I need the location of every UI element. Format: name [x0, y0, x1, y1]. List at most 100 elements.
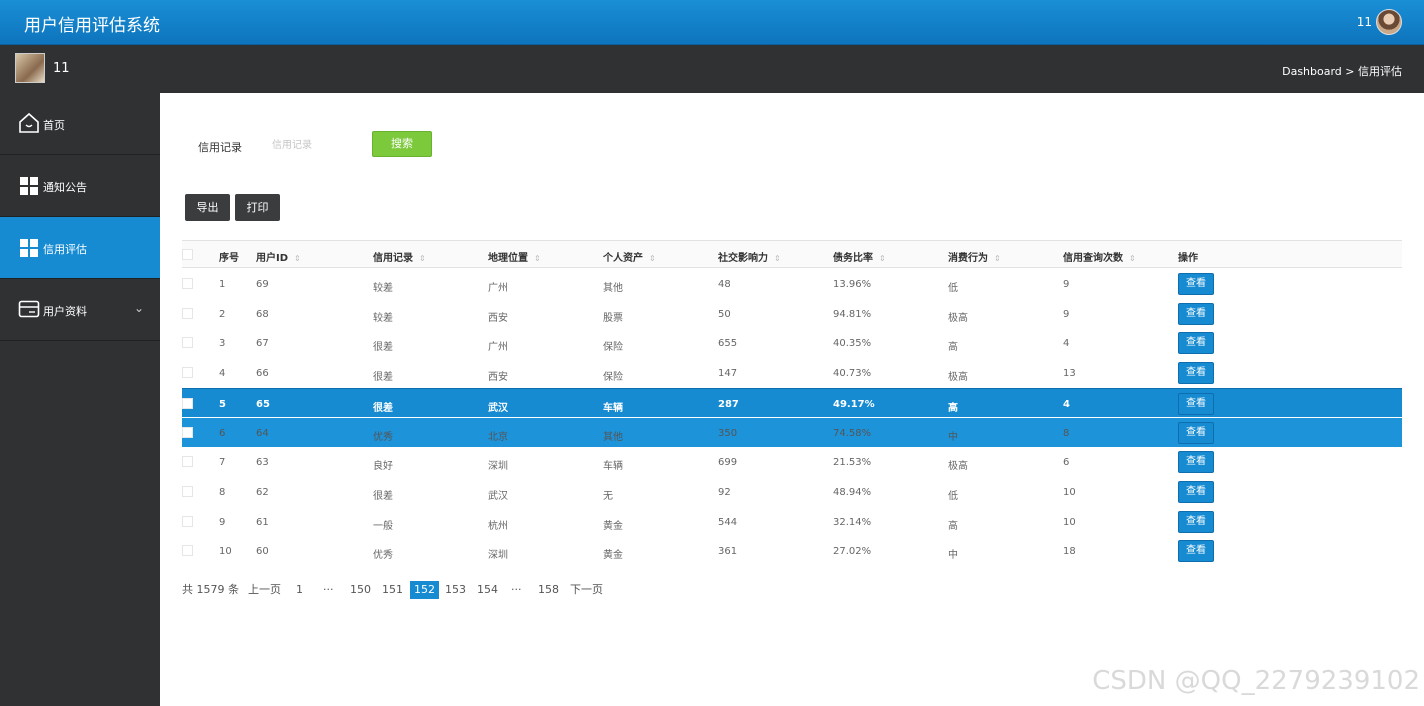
table-row[interactable]: 5 65 很差 武汉 车辆 287 49.17% 高 4 查看 [182, 387, 1402, 418]
column-header[interactable]: 个人资产 ⇕ [603, 249, 656, 264]
view-button[interactable]: 查看 [1178, 421, 1214, 444]
table-header: 序号 用户ID ⇕ 信用记录 ⇕ 地理位置 ⇕ 个人资产 ⇕ 社交影响力 ⇕ 债务比率 ⇕ … [182, 240, 1402, 268]
sidebar-item-notices[interactable]: 通知公告 [0, 155, 160, 217]
table-row[interactable]: 10 60 优秀 深圳 黄金 361 27.02% 中 18 查看 [182, 536, 1402, 566]
column-header[interactable]: 社交影响力 ⇕ [718, 249, 781, 264]
table-row[interactable]: 4 66 很差 西安 保险 147 40.73% 极高 13 查看 [182, 358, 1402, 388]
column-header[interactable]: 债务比率 ⇕ [833, 249, 886, 264]
sidebar-item-label: 通知公告 [43, 181, 87, 194]
search-button[interactable]: 搜索 [372, 131, 432, 157]
row-checkbox[interactable] [182, 367, 193, 379]
column-header[interactable]: 地理位置 ⇕ [488, 249, 541, 264]
table-cell: 61 [256, 516, 269, 528]
sort-icon[interactable]: ⇕ [879, 254, 886, 263]
page-link[interactable]: 153 [445, 581, 466, 599]
sidebar-item-credit-eval[interactable]: 信用评估 [0, 217, 160, 279]
sort-icon[interactable]: ⇕ [1129, 254, 1136, 263]
sidebar-item-user-profile[interactable]: 用户资料 ⌄ [0, 279, 160, 341]
page-link[interactable]: 1 [296, 581, 303, 599]
sort-icon[interactable]: ⇕ [994, 254, 1001, 263]
table-cell: 10 [1063, 516, 1076, 528]
table-cell: 92 [718, 486, 731, 498]
page-link[interactable]: 158 [538, 581, 559, 599]
column-header[interactable]: 用户ID ⇕ [256, 249, 301, 264]
view-button[interactable]: 查看 [1178, 451, 1214, 474]
row-checkbox[interactable] [182, 278, 193, 289]
print-button[interactable]: 打印 [235, 194, 280, 221]
column-header[interactable]: 信用记录 ⇕ [373, 249, 426, 264]
table-row[interactable]: 2 68 较差 西安 股票 50 94.81% 极高 9 查看 [182, 299, 1402, 329]
table-cell: 361 [718, 546, 738, 558]
row-checkbox[interactable] [182, 545, 193, 557]
app-title: 用户信用评估系统 [24, 16, 160, 36]
view-button[interactable]: 查看 [1178, 362, 1214, 385]
table-row[interactable]: 9 61 一般 杭州 黄金 544 32.14% 高 10 查看 [182, 507, 1402, 537]
row-checkbox[interactable] [182, 515, 193, 527]
table-row[interactable]: 6 64 优秀 北京 其他 350 74.58% 中 8 查看 [182, 417, 1402, 448]
select-all-checkbox[interactable] [182, 249, 193, 260]
table-cell: 极高 [948, 372, 968, 384]
table-cell: 66 [256, 368, 269, 380]
row-checkbox[interactable] [182, 337, 193, 349]
view-button[interactable]: 查看 [1178, 540, 1214, 563]
table-row[interactable]: 3 67 很差 广州 保险 655 40.35% 高 4 查看 [182, 328, 1402, 358]
table-cell: 4 [219, 368, 226, 380]
table-cell: 350 [718, 427, 738, 439]
page-link[interactable]: 154 [477, 581, 498, 599]
sort-icon[interactable]: ⇕ [649, 254, 656, 263]
column-header[interactable]: 消费行为 ⇕ [948, 249, 1001, 264]
table-cell: 很差 [373, 402, 393, 414]
current-page[interactable]: 152 [410, 581, 439, 599]
column-header[interactable]: 信用查询次数 ⇕ [1063, 249, 1136, 264]
row-checkbox[interactable] [182, 397, 193, 409]
header-avatar[interactable] [1376, 9, 1402, 35]
view-button[interactable]: 查看 [1178, 480, 1214, 503]
row-checkbox[interactable] [182, 426, 193, 438]
sidebar-item-home[interactable]: 首页 [0, 93, 160, 155]
sort-icon[interactable]: ⇕ [419, 254, 426, 263]
sort-icon[interactable]: ⇕ [774, 254, 781, 263]
table-cell: 67 [256, 338, 269, 350]
sort-icon[interactable]: ⇕ [534, 254, 541, 263]
column-header[interactable]: 序号 [219, 249, 239, 264]
table-cell: 10 [1063, 486, 1076, 498]
view-button[interactable]: 查看 [1178, 332, 1214, 355]
table-cell: 27.02% [833, 546, 872, 558]
table-row[interactable]: 7 63 良好 深圳 车辆 699 21.53% 极高 6 查看 [182, 447, 1402, 477]
view-button[interactable]: 查看 [1178, 273, 1214, 295]
table-cell: 极高 [948, 461, 968, 473]
table-cell: 9 [219, 516, 226, 528]
table-cell: 69 [256, 279, 269, 290]
search-input[interactable] [272, 133, 372, 157]
table-cell: 48 [718, 279, 731, 290]
table-row[interactable]: 8 62 很差 武汉 无 92 48.94% 低 10 查看 [182, 477, 1402, 507]
page-ellipsis: ··· [511, 583, 522, 596]
table-cell: 一般 [373, 520, 393, 532]
chevron-down-icon[interactable]: ⌄ [134, 301, 144, 315]
row-checkbox[interactable] [182, 485, 193, 497]
row-checkbox[interactable] [182, 456, 193, 468]
avatar[interactable] [15, 53, 45, 83]
prev-page-button[interactable]: 上一页 [248, 581, 281, 599]
table-cell: 74.58% [833, 427, 872, 439]
view-button[interactable]: 查看 [1178, 302, 1214, 325]
table-cell: 63 [256, 457, 269, 469]
view-button[interactable]: 查看 [1178, 392, 1214, 415]
view-button[interactable]: 查看 [1178, 510, 1214, 533]
table-row[interactable]: 1 69 较差 广州 其他 48 13.96% 低 9 查看 [182, 269, 1402, 299]
user-bar: 11 Dashboard > 信用评估 [0, 45, 1424, 93]
table-cell: 优秀 [373, 431, 393, 443]
table-cell: 黄金 [603, 550, 623, 562]
page-link[interactable]: 150 [350, 581, 371, 599]
export-button[interactable]: 导出 [185, 194, 230, 221]
page-link[interactable]: 151 [382, 581, 403, 599]
sidebar-item-label: 用户资料 [43, 305, 87, 318]
next-page-button[interactable]: 下一页 [570, 581, 603, 599]
table-cell: 287 [718, 398, 739, 410]
header-username[interactable]: 11 [1357, 15, 1372, 29]
row-checkbox[interactable] [182, 307, 193, 319]
sort-icon[interactable]: ⇕ [294, 254, 301, 263]
table-cell: 良好 [373, 461, 393, 473]
sidebar-item-label: 信用评估 [43, 243, 87, 256]
table-cell: 147 [718, 368, 738, 380]
